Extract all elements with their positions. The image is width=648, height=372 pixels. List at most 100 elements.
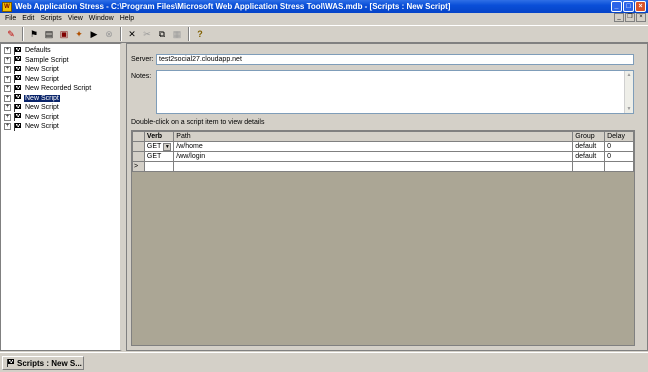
new-script-icon[interactable]: ⚑ [27,27,41,41]
table-row[interactable]: GET /ww/login default 0 [132,151,634,162]
path-cell[interactable]: /ww/login [173,151,574,162]
delay-cell[interactable]: 0 [604,141,634,152]
expand-icon[interactable]: + [4,47,11,54]
minimized-window-tab[interactable]: Scripts : New S... [2,356,84,370]
tree-item-defaults[interactable]: + Defaults [4,46,52,55]
menu-scripts[interactable]: Scripts [37,15,64,22]
app-icon: W [2,1,12,12]
tree-item-new-script[interactable]: + New Script [4,122,60,131]
verb-value: GET [146,143,162,150]
menu-help[interactable]: Help [117,15,137,22]
scroll-down-icon[interactable]: ▼ [625,105,633,113]
tree-item-new-recorded-script[interactable]: + New Recorded Script [4,84,92,93]
server-input[interactable]: test2social27.cloudapp.net [156,54,634,65]
expand-icon[interactable]: + [4,94,11,102]
grid-hint: Double-click on a script item to view de… [131,119,265,126]
minimized-window-label: Scripts : New S... [17,358,82,368]
menu-view[interactable]: View [65,15,86,22]
tree-item-new-script[interactable]: + New Script [4,113,60,122]
run-icon[interactable]: ▶ [87,27,101,41]
table-header-row: Verb Path Group Delay [132,131,634,142]
open-icon[interactable]: ▤ [42,27,56,41]
table-row-new[interactable]: > [132,161,634,172]
menu-window[interactable]: Window [86,15,117,22]
close-button[interactable]: × [635,1,646,12]
notes-textarea[interactable]: ▲ ▼ [156,70,634,114]
script-flag-icon [13,75,22,83]
tree-item-new-script[interactable]: + New Script [4,75,60,84]
expand-icon[interactable]: + [4,85,11,92]
expand-icon[interactable]: + [4,113,11,121]
row-marker[interactable] [132,151,145,162]
menu-edit[interactable]: Edit [19,15,37,22]
toolbar-separator [120,27,122,41]
script-flag-icon [13,113,22,121]
tree-item-new-script-selected[interactable]: + New Script [4,93,61,103]
record-icon[interactable]: ✎ [4,27,18,41]
row-marker[interactable]: > [132,161,145,172]
toolbar-separator [188,27,190,41]
minimize-button[interactable]: _ [611,1,622,12]
tree-item-label: New Script [25,104,59,111]
script-flag-icon [13,84,22,93]
import-icon[interactable]: ✦ [72,27,86,41]
group-cell[interactable]: default [572,141,606,152]
tree-item-new-script[interactable]: + New Script [4,65,60,74]
maximize-button[interactable]: □ [623,1,634,12]
mdi-minimize-button[interactable]: _ [614,13,624,22]
paste-icon[interactable]: ▦ [170,27,184,41]
group-cell[interactable] [572,161,606,172]
tree-item-label: Defaults [25,47,51,54]
dropdown-arrow-icon[interactable]: ▼ [163,142,172,151]
expand-icon[interactable]: + [4,56,11,64]
delay-cell[interactable] [604,161,634,172]
script-tree[interactable]: + Defaults + Sample Script + New Script … [0,43,122,351]
tree-item-sample-script[interactable]: + Sample Script [4,56,70,65]
column-header-verb[interactable]: Verb [143,131,175,142]
column-header-delay[interactable]: Delay [604,131,634,142]
tree-item-label: New Script [25,66,59,73]
script-flag-icon [13,65,22,74]
save-icon[interactable]: ▣ [57,27,71,41]
tree-item-label: New Script [25,75,59,83]
help-icon[interactable]: ? [193,27,207,41]
row-header-corner [132,131,145,142]
mdi-close-button[interactable]: × [636,13,646,22]
script-flag-icon [13,94,22,102]
toolbar-separator [22,27,24,41]
tree-item-label: New Script [25,113,59,121]
group-cell[interactable]: default [572,151,606,162]
cut-icon[interactable]: ✂ [140,27,154,41]
scroll-up-icon[interactable]: ▲ [625,71,633,79]
script-flag-icon [13,46,22,55]
notes-scrollbar[interactable]: ▲ ▼ [624,71,633,113]
verb-cell[interactable]: GET ▼ [143,141,175,152]
path-cell[interactable] [173,161,574,172]
column-header-path[interactable]: Path [173,131,574,142]
column-header-group[interactable]: Group [572,131,606,142]
window-controls: _ □ × [611,1,646,12]
copy-icon[interactable]: ⧉ [155,27,169,41]
tree-item-new-script[interactable]: + New Script [4,103,60,112]
stop-icon[interactable]: ⊗ [102,27,116,41]
script-items-table: Verb Path Group Delay GET ▼ /w/home defau… [132,131,634,172]
delete-icon[interactable]: ✕ [125,27,139,41]
script-flag-icon [13,122,22,131]
delay-cell[interactable]: 0 [604,151,634,162]
expand-icon[interactable]: + [4,123,11,130]
verb-cell[interactable]: GET [143,151,175,162]
expand-icon[interactable]: + [4,104,11,111]
path-cell[interactable]: /w/home [173,141,574,152]
expand-icon[interactable]: + [4,66,11,73]
row-marker[interactable] [132,141,145,152]
script-items-grid[interactable]: Verb Path Group Delay GET ▼ /w/home defau… [131,130,635,346]
expand-icon[interactable]: + [4,75,11,83]
menu-file[interactable]: File [2,15,19,22]
verb-cell[interactable] [143,161,175,172]
title-bar: W Web Application Stress - C:\Program Fi… [0,0,648,13]
window-title: Web Application Stress - C:\Program File… [15,2,451,11]
mdi-restore-button[interactable]: ❐ [625,13,635,22]
table-row[interactable]: GET ▼ /w/home default 0 [132,141,634,152]
mdi-controls: _ ❐ × [614,13,646,22]
script-flag-icon [6,359,15,367]
